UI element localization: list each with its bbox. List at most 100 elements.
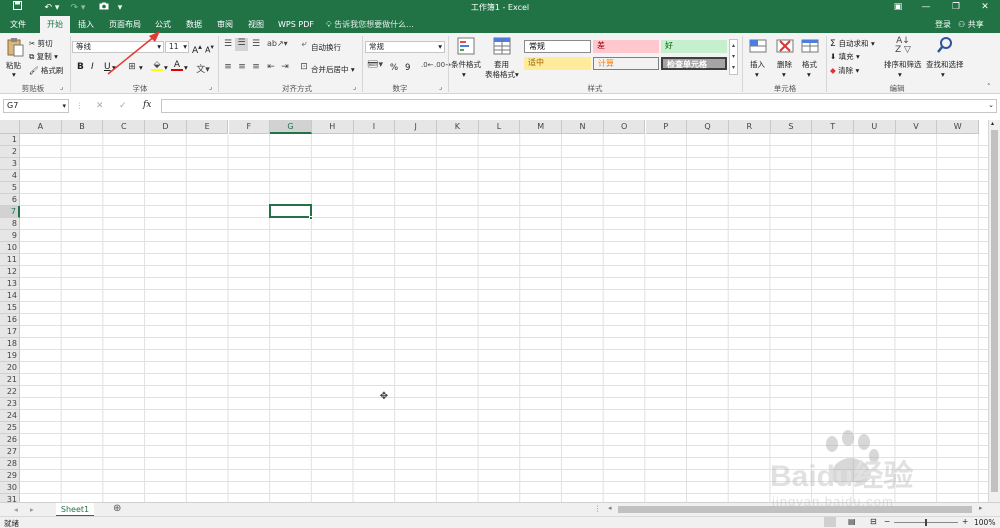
dialog-launcher-icon[interactable]: ⌟ bbox=[353, 83, 356, 91]
column-header-s[interactable]: S bbox=[770, 120, 813, 134]
row-header-27[interactable]: 27 bbox=[0, 446, 20, 458]
column-header-m[interactable]: M bbox=[520, 120, 563, 134]
scroll-left-icon[interactable]: ◂ bbox=[608, 504, 612, 512]
insert-dropdown-icon[interactable]: ▾ bbox=[755, 70, 759, 79]
row-header-10[interactable]: 10 bbox=[0, 242, 20, 254]
delete-cells-icon[interactable] bbox=[775, 37, 795, 55]
tab-home[interactable]: 开始 bbox=[40, 16, 70, 33]
merge-center-label[interactable]: 合并后居中 ▾ bbox=[311, 64, 355, 75]
format-painter-button[interactable]: 🖌︎ 格式刷 bbox=[29, 65, 63, 76]
orientation-icon[interactable]: ab↗▾ bbox=[267, 39, 288, 48]
font-size-select[interactable]: 11 ▾ bbox=[165, 41, 189, 53]
zoom-level[interactable]: 100% bbox=[974, 518, 995, 527]
column-header-a[interactable]: A bbox=[20, 120, 62, 134]
row-header-4[interactable]: 4 bbox=[0, 170, 20, 182]
select-all-corner[interactable] bbox=[0, 120, 20, 134]
sort-filter-icon[interactable]: A↓ Z ▽ bbox=[893, 37, 913, 55]
column-header-v[interactable]: V bbox=[895, 120, 938, 134]
paste-dropdown-icon[interactable]: ▾ bbox=[12, 70, 16, 79]
insert-cells-icon[interactable] bbox=[748, 37, 768, 55]
row-header-17[interactable]: 17 bbox=[0, 326, 20, 338]
align-bottom-icon[interactable]: ☰ bbox=[250, 39, 262, 49]
insert-cells-label[interactable]: 插入 bbox=[750, 59, 765, 70]
font-color-dropdown-icon[interactable]: ▾ bbox=[184, 63, 188, 72]
increase-indent-icon[interactable]: ⇥ bbox=[279, 62, 291, 72]
close-icon[interactable]: ✕ bbox=[970, 0, 1000, 16]
bold-button[interactable]: B bbox=[77, 62, 84, 72]
row-header-31[interactable]: 31 bbox=[0, 494, 20, 502]
grow-font-button[interactable]: A▴ bbox=[192, 42, 202, 56]
style-normal[interactable]: 常规 bbox=[524, 40, 591, 53]
selected-cell[interactable] bbox=[269, 204, 312, 218]
tab-wps-pdf[interactable]: WPS PDF bbox=[274, 16, 318, 33]
format-as-table-icon[interactable] bbox=[492, 37, 512, 55]
paste-icon[interactable] bbox=[4, 37, 26, 59]
row-header-9[interactable]: 9 bbox=[0, 230, 20, 242]
column-header-p[interactable]: P bbox=[645, 120, 688, 134]
row-header-22[interactable]: 22 bbox=[0, 386, 20, 398]
sort-filter-label[interactable]: 排序和筛选 bbox=[884, 59, 922, 70]
expand-formula-bar-icon[interactable]: ⌄ bbox=[988, 101, 994, 109]
font-color-icon[interactable]: A bbox=[171, 60, 183, 71]
decrease-indent-icon[interactable]: ⇤ bbox=[265, 62, 277, 72]
fill-color-dropdown-icon[interactable]: ▾ bbox=[164, 63, 168, 72]
login-link[interactable]: 登录 bbox=[935, 16, 951, 33]
styles-gallery-scroll[interactable]: ▴ ▾ ▾ bbox=[729, 39, 738, 75]
conditional-format-dropdown-icon[interactable]: ▾ bbox=[462, 70, 466, 79]
cancel-icon[interactable]: ✕ bbox=[96, 101, 104, 111]
row-header-21[interactable]: 21 bbox=[0, 374, 20, 386]
tab-insert[interactable]: 插入 bbox=[72, 16, 100, 33]
merge-center-icon[interactable]: ⊡ bbox=[299, 62, 309, 72]
underline-dropdown-icon[interactable]: ▾ bbox=[112, 63, 116, 72]
delete-dropdown-icon[interactable]: ▾ bbox=[782, 70, 786, 79]
row-header-11[interactable]: 11 bbox=[0, 254, 20, 266]
cut-button[interactable]: ✂ 剪切 bbox=[29, 38, 53, 49]
shrink-font-button[interactable]: A▾ bbox=[205, 43, 214, 55]
align-right-icon[interactable]: ≡ bbox=[250, 62, 262, 72]
column-header-e[interactable]: E bbox=[186, 120, 229, 134]
row-header-2[interactable]: 2 bbox=[0, 146, 20, 158]
align-middle-icon[interactable]: ☰ bbox=[235, 38, 248, 51]
column-header-b[interactable]: B bbox=[61, 120, 104, 134]
dialog-launcher-icon[interactable]: ⌟ bbox=[439, 83, 442, 91]
align-left-icon[interactable]: ≡ bbox=[222, 62, 234, 72]
add-sheet-icon[interactable]: ⊕ bbox=[113, 503, 121, 514]
sheet-tab-sheet1[interactable]: Sheet1 bbox=[56, 503, 94, 517]
copy-button[interactable]: ⧉ 复制 ▾ bbox=[29, 51, 58, 62]
row-header-25[interactable]: 25 bbox=[0, 422, 20, 434]
column-header-q[interactable]: Q bbox=[687, 120, 729, 134]
conditional-format-label[interactable]: 条件格式 bbox=[451, 59, 481, 70]
clear-button[interactable]: ◆ 清除 ▾ bbox=[830, 65, 859, 76]
tell-me-box[interactable]: 💡︎ 告诉我您想要做什么... bbox=[326, 16, 414, 33]
column-header-h[interactable]: H bbox=[311, 120, 354, 134]
autosum-button[interactable]: Σ 自动求和 ▾ bbox=[830, 38, 875, 49]
column-header-w[interactable]: W bbox=[937, 120, 980, 134]
formula-bar-grip-icon[interactable]: ⋮ bbox=[76, 101, 84, 110]
name-box[interactable]: G7 ▾ bbox=[3, 99, 69, 113]
style-neutral[interactable]: 适中 bbox=[524, 57, 591, 70]
minimize-icon[interactable]: — bbox=[911, 0, 941, 16]
row-header-18[interactable]: 18 bbox=[0, 338, 20, 350]
find-dropdown-icon[interactable]: ▾ bbox=[941, 70, 945, 79]
dialog-launcher-icon[interactable]: ⌟ bbox=[209, 83, 212, 91]
style-good[interactable]: 好 bbox=[661, 40, 727, 53]
page-break-view-icon[interactable]: ⊟ bbox=[870, 517, 877, 526]
fill-handle[interactable] bbox=[309, 216, 313, 220]
row-header-24[interactable]: 24 bbox=[0, 410, 20, 422]
row-header-8[interactable]: 8 bbox=[0, 218, 20, 230]
formula-input[interactable]: ⌄ bbox=[161, 99, 997, 113]
find-select-label[interactable]: 查找和选择 bbox=[926, 59, 964, 70]
prev-sheet-icon[interactable]: ◂ bbox=[14, 505, 18, 514]
tab-data[interactable]: 数据 bbox=[181, 16, 207, 33]
percent-button[interactable]: % bbox=[390, 63, 398, 73]
increase-decimal-icon[interactable]: .0← bbox=[421, 61, 434, 69]
row-header-3[interactable]: 3 bbox=[0, 158, 20, 170]
align-top-icon[interactable]: ☰ bbox=[222, 39, 234, 49]
page-layout-view-icon[interactable]: ▤ bbox=[848, 517, 856, 526]
column-header-d[interactable]: D bbox=[145, 120, 187, 134]
row-header-23[interactable]: 23 bbox=[0, 398, 20, 410]
style-calculation[interactable]: 计算 bbox=[593, 57, 659, 70]
tab-formulas[interactable]: 公式 bbox=[150, 16, 176, 33]
find-select-icon[interactable] bbox=[935, 36, 955, 56]
format-as-table-label-2[interactable]: 表格格式▾ bbox=[485, 69, 519, 80]
